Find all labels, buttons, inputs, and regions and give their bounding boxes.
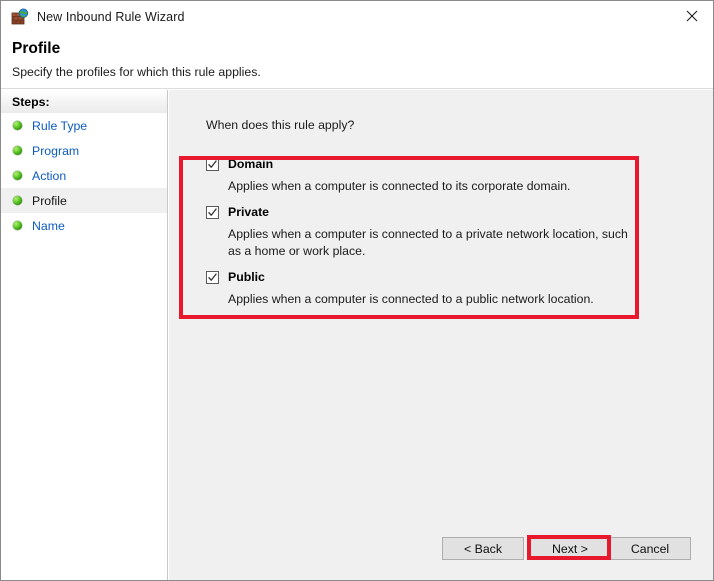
public-description: Applies when a computer is connected to … <box>228 292 594 306</box>
firewall-brick-wall-globe-icon <box>11 7 29 26</box>
sidebar-item-profile[interactable]: Profile <box>1 188 167 213</box>
option-domain: Domain Applies when a computer is connec… <box>179 156 639 195</box>
back-button[interactable]: < Back <box>442 537 524 560</box>
steps-heading: Steps: <box>1 90 167 113</box>
steps-sidebar: Steps: Rule Type Program Action Profile … <box>1 90 168 580</box>
private-checkbox[interactable] <box>206 206 219 219</box>
green-bullet-icon <box>13 121 22 130</box>
domain-checkbox[interactable] <box>206 158 219 171</box>
sidebar-item-rule-type[interactable]: Rule Type <box>1 113 167 138</box>
option-public: Public Applies when a computer is connec… <box>179 269 639 308</box>
new-inbound-rule-wizard-window: New Inbound Rule Wizard Profile Specify … <box>0 0 714 581</box>
sidebar-item-program[interactable]: Program <box>1 138 167 163</box>
steps-heading-label: Steps: <box>12 94 50 109</box>
green-bullet-icon <box>13 221 22 230</box>
profile-options-group: Domain Applies when a computer is connec… <box>179 156 639 317</box>
sidebar-item-label: Program <box>32 143 80 158</box>
close-icon[interactable] <box>669 1 713 31</box>
question-label: When does this rule apply? <box>206 118 355 132</box>
wizard-button-bar: < Back Next > Cancel <box>169 528 713 568</box>
page-title: Profile <box>12 40 61 57</box>
sidebar-item-name[interactable]: Name <box>1 213 167 238</box>
next-button[interactable]: Next > <box>529 537 611 560</box>
domain-description: Applies when a computer is connected to … <box>228 179 571 193</box>
green-bullet-icon <box>13 146 22 155</box>
green-bullet-icon <box>13 196 22 205</box>
public-label: Public <box>228 270 265 284</box>
sidebar-item-label: Rule Type <box>32 118 88 133</box>
option-private: Private Applies when a computer is conne… <box>179 204 639 260</box>
main-content: When does this rule apply? Domain Applie… <box>169 90 713 580</box>
sidebar-item-action[interactable]: Action <box>1 163 167 188</box>
sidebar-item-label: Action <box>32 168 67 183</box>
window-title: New Inbound Rule Wizard <box>37 9 185 24</box>
page-subtitle: Specify the profiles for which this rule… <box>12 65 261 79</box>
private-label: Private <box>228 205 270 219</box>
sidebar-item-label: Profile <box>32 193 67 208</box>
title-bar: New Inbound Rule Wizard <box>1 1 713 32</box>
sidebar-item-label: Name <box>32 218 65 233</box>
public-checkbox[interactable] <box>206 271 219 284</box>
private-description: Applies when a computer is connected to … <box>228 227 628 258</box>
page-header: Profile Specify the profiles for which t… <box>1 32 713 89</box>
green-bullet-icon <box>13 171 22 180</box>
domain-label: Domain <box>228 157 274 171</box>
cancel-button[interactable]: Cancel <box>609 537 691 560</box>
